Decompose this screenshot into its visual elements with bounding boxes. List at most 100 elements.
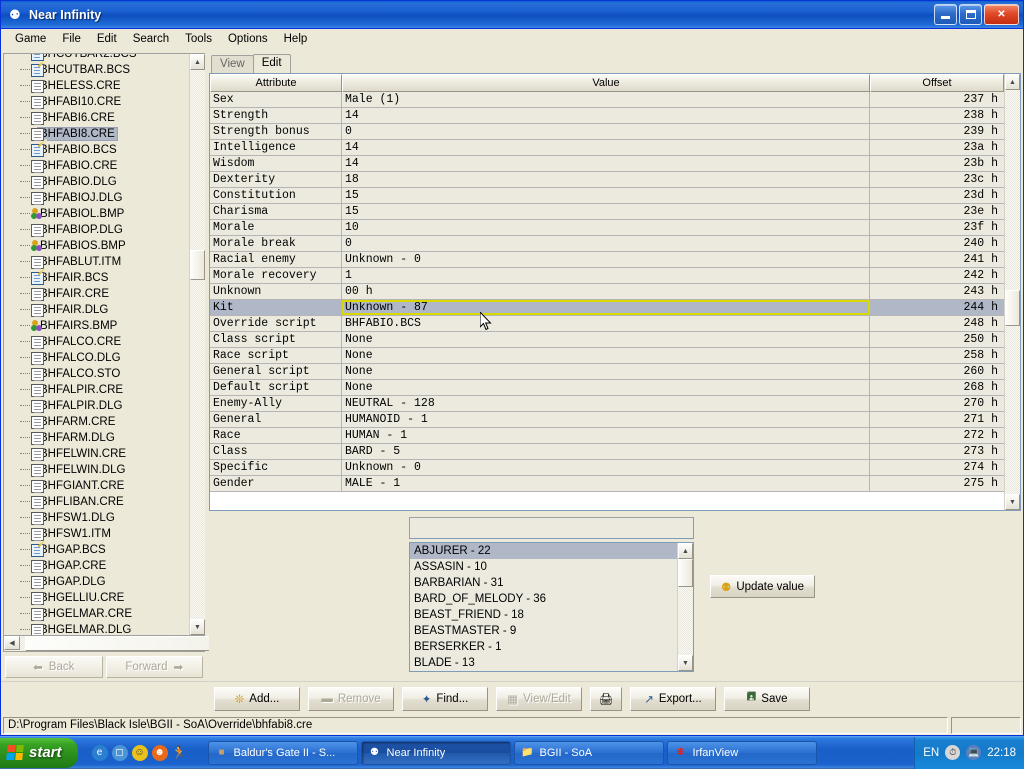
explorer-icon[interactable]: ◻ [112, 745, 128, 761]
table-row[interactable]: Intelligence1423a h [210, 140, 1004, 156]
kit-list-item[interactable]: BARD_OF_MELODY - 36 [410, 591, 677, 607]
tree-item[interactable]: BHGELMAR.DLG [18, 622, 189, 635]
tree-item[interactable]: BHFABIO.DLG [18, 174, 189, 190]
runner-icon[interactable]: 🏃 [172, 745, 188, 761]
tree-item[interactable]: BHFAIRS.BMP [18, 318, 189, 334]
table-row[interactable]: Race scriptNone258 h [210, 348, 1004, 364]
table-row[interactable]: ClassBARD - 5273 h [210, 444, 1004, 460]
table-scroll-track[interactable] [1005, 90, 1020, 494]
kit-scroll-down-button[interactable]: ▼ [678, 655, 693, 671]
tree-item[interactable]: BHFABI10.CRE [18, 94, 189, 110]
table-row[interactable]: Strength bonus0239 h [210, 124, 1004, 140]
tree-item[interactable]: BHFSW1.DLG [18, 510, 189, 526]
tree-item[interactable]: BHCUTBAR.BCS [18, 62, 189, 78]
table-row[interactable]: Enemy-AllyNEUTRAL - 128270 h [210, 396, 1004, 412]
table-scroll-thumb[interactable] [1005, 290, 1020, 326]
tree-item[interactable]: BHGELMAR.CRE [18, 606, 189, 622]
start-button[interactable]: start [0, 738, 78, 768]
table-row[interactable]: Constitution1523d h [210, 188, 1004, 204]
menu-file[interactable]: File [54, 31, 89, 47]
table-row[interactable]: Racial enemyUnknown - 0241 h [210, 252, 1004, 268]
column-header-attribute[interactable]: Attribute [210, 74, 342, 92]
language-indicator[interactable]: EN [923, 747, 939, 759]
table-row[interactable]: Morale break0240 h [210, 236, 1004, 252]
kit-scroll-track[interactable] [678, 559, 693, 655]
tree-scroll-down-button[interactable]: ▼ [190, 619, 205, 635]
tree-item[interactable]: BHFAIR.BCS [18, 270, 189, 286]
tree-item[interactable]: BHFALCO.CRE [18, 334, 189, 350]
table-row[interactable]: KitUnknown - 87244 h [210, 300, 1004, 316]
tree-item[interactable]: BHFABI6.CRE [18, 110, 189, 126]
table-row[interactable]: GenderMALE - 1275 h [210, 476, 1004, 492]
kit-text-input[interactable] [409, 517, 694, 539]
clock[interactable]: 22:18 [987, 747, 1016, 759]
tree-item[interactable]: BHFABIOL.BMP [18, 206, 189, 222]
table-row[interactable]: Unknown00 h243 h [210, 284, 1004, 300]
menu-options[interactable]: Options [220, 31, 276, 47]
find-button[interactable]: ✦ Find... [402, 687, 488, 711]
kit-list-item[interactable]: ASSASIN - 10 [410, 559, 677, 575]
table-row[interactable]: Wisdom1423b h [210, 156, 1004, 172]
table-row[interactable]: Override scriptBHFABIO.BCS248 h [210, 316, 1004, 332]
table-scroll-down-button[interactable]: ▼ [1005, 494, 1020, 510]
tree-scroll-thumb[interactable] [190, 250, 205, 280]
menu-game[interactable]: Game [7, 31, 54, 47]
table-body[interactable]: SexMale (1)237 hStrength14238 hStrength … [210, 92, 1004, 510]
tree-hscroll-track[interactable] [20, 636, 188, 651]
tree-item[interactable]: BHFABIOS.BMP [18, 238, 189, 254]
close-button[interactable]: ✕ [984, 4, 1019, 25]
tree-item[interactable]: BHFELWIN.DLG [18, 462, 189, 478]
tree-item[interactable]: BHFABIO.CRE [18, 158, 189, 174]
tab-edit[interactable]: Edit [253, 54, 291, 73]
kit-list-item[interactable]: BEASTMASTER - 9 [410, 623, 677, 639]
table-row[interactable]: RaceHUMAN - 1272 h [210, 428, 1004, 444]
view-edit-button[interactable]: ▦ View/Edit [496, 687, 582, 711]
minimize-button[interactable] [934, 4, 957, 25]
tree-item[interactable]: BHFALPIR.DLG [18, 398, 189, 414]
tree-item[interactable]: BHFALPIR.CRE [18, 382, 189, 398]
tree-item[interactable]: BHFABIOJ.DLG [18, 190, 189, 206]
kit-list-item[interactable]: BLADE - 13 [410, 655, 677, 671]
forward-button[interactable]: Forward ➡ [106, 656, 204, 678]
taskbar-item-irfanview[interactable]: ❋ IrfanView [667, 741, 817, 765]
tree-scroll-left-button[interactable]: ◀ [4, 636, 20, 650]
menu-help[interactable]: Help [276, 31, 316, 47]
tree-item[interactable]: BHFALCO.DLG [18, 350, 189, 366]
tree-item[interactable]: BHFLIBAN.CRE [18, 494, 189, 510]
update-value-button[interactable]: ⚉ Update value [710, 575, 815, 598]
back-button[interactable]: ⬅ Back [5, 656, 103, 678]
tree-scroll-track[interactable] [190, 70, 205, 619]
save-button[interactable]: 🖪 Save [724, 687, 810, 711]
taskbar-item-baldurs-gate[interactable]: ■ Baldur's Gate II - S... [208, 741, 358, 765]
kit-list-item[interactable]: BEAST_FRIEND - 18 [410, 607, 677, 623]
kit-list-item[interactable]: ABJURER - 22 [410, 543, 677, 559]
export-button[interactable]: ↗ Export... [630, 687, 716, 711]
tree-item[interactable]: BHFALCO.STO [18, 366, 189, 382]
print-button[interactable]: 🖨 [590, 687, 622, 711]
resource-tree[interactable]: BHCUTBAR2.BCSBHCUTBAR.BCSBHELESS.CREBHFA… [4, 54, 189, 635]
msn-icon[interactable]: ☻ [152, 745, 168, 761]
taskbar-item-near-infinity[interactable]: ⚉ Near Infinity [361, 741, 511, 765]
table-row[interactable]: GeneralHUMANOID - 1271 h [210, 412, 1004, 428]
tree-item[interactable]: BHFAIR.DLG [18, 302, 189, 318]
table-row[interactable]: Strength14238 h [210, 108, 1004, 124]
tree-item[interactable]: BHFGIANT.CRE [18, 478, 189, 494]
tree-item[interactable]: BHFABIO.BCS [18, 142, 189, 158]
kit-option-list[interactable]: ABJURER - 22ASSASIN - 10BARBARIAN - 31BA… [410, 543, 677, 671]
table-row[interactable]: General scriptNone260 h [210, 364, 1004, 380]
table-row[interactable]: SpecificUnknown - 0274 h [210, 460, 1004, 476]
title-bar[interactable]: ⚉ Near Infinity ✕ [1, 1, 1023, 29]
kit-list-scrollbar[interactable]: ▲ ▼ [677, 543, 693, 671]
kit-scroll-up-button[interactable]: ▲ [678, 543, 693, 559]
taskbar-item-bgii-soa-folder[interactable]: 📁 BGII - SoA [514, 741, 664, 765]
tree-item[interactable]: BHGAP.CRE [18, 558, 189, 574]
table-row[interactable]: Morale1023f h [210, 220, 1004, 236]
menu-edit[interactable]: Edit [89, 31, 125, 47]
tab-view[interactable]: View [211, 55, 254, 73]
table-row[interactable]: SexMale (1)237 h [210, 92, 1004, 108]
tree-horizontal-scrollbar[interactable]: ◀ ▶ [3, 636, 205, 652]
add-button[interactable]: ❊ Add... [214, 687, 300, 711]
column-header-value[interactable]: Value [342, 74, 870, 92]
tree-item[interactable]: BHFAIR.CRE [18, 286, 189, 302]
table-row[interactable]: Charisma1523e h [210, 204, 1004, 220]
